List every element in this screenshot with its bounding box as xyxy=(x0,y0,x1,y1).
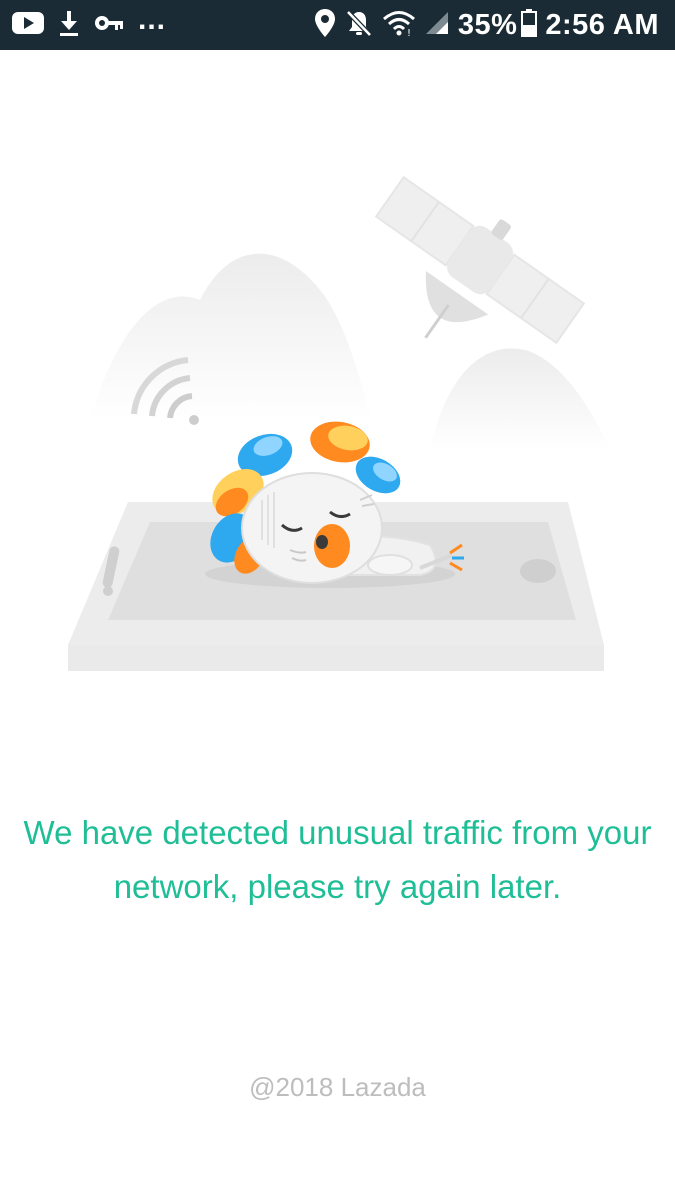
error-page: ... ! 35% 2:56 AM We have detected unusu… xyxy=(0,0,675,1200)
error-illustration xyxy=(0,150,675,690)
status-bar-right: ! 35% 2:56 AM xyxy=(306,0,659,50)
location-icon xyxy=(314,8,336,43)
status-bar-left: ... xyxy=(12,0,180,50)
copyright-footer: @2018 Lazada xyxy=(249,1072,426,1102)
wifi-icon: ! xyxy=(382,9,416,42)
sleeping-lion-mascot xyxy=(210,421,464,584)
youtube-icon xyxy=(12,11,44,40)
download-icon xyxy=(58,9,80,42)
battery-percent: 35% xyxy=(457,8,518,41)
status-bar: ... ! 35% 2:56 AM xyxy=(0,0,675,50)
signal-icon xyxy=(424,10,450,41)
overflow-dots: ... xyxy=(138,3,167,36)
svg-text:!: ! xyxy=(407,28,411,37)
key-icon xyxy=(94,13,124,38)
clock: 2:56 AM xyxy=(545,8,659,41)
battery-icon xyxy=(521,8,538,42)
satellite-icon xyxy=(374,175,586,345)
mute-icon xyxy=(344,8,374,43)
error-message: We have detected unusual traffic from yo… xyxy=(23,814,652,905)
